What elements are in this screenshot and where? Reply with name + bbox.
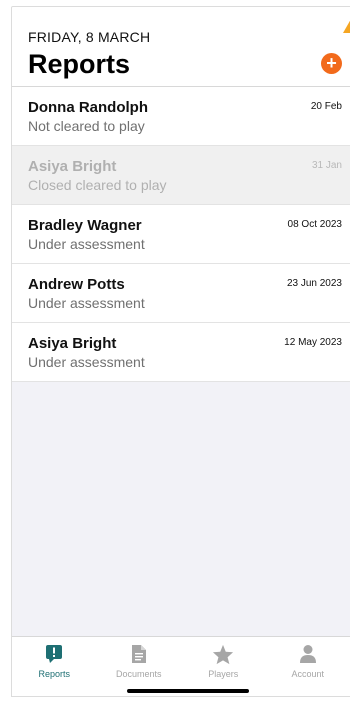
reports-list: Donna Randolph Not cleared to play 20 Fe…: [12, 87, 350, 382]
tab-account[interactable]: Account: [266, 637, 350, 696]
report-status: Under assessment: [28, 354, 145, 370]
app-screen: FRIDAY, 8 MARCH Reports + Donna Randolph…: [11, 6, 350, 697]
report-date: 12 May 2023: [284, 337, 342, 348]
tab-bar: Reports Documents Players Account: [12, 636, 350, 696]
report-row[interactable]: Andrew Potts Under assessment 23 Jun 202…: [12, 264, 350, 323]
report-date: 23 Jun 2023: [286, 278, 342, 289]
person-icon: [266, 643, 350, 665]
report-date: 31 Jan: [311, 160, 342, 171]
report-row[interactable]: Asiya Bright Closed cleared to play 31 J…: [12, 146, 350, 205]
tab-label: Reports: [38, 669, 70, 679]
tab-label: Players: [208, 669, 239, 679]
add-report-button[interactable]: +: [321, 53, 342, 74]
tab-reports[interactable]: Reports: [12, 637, 97, 696]
tab-documents[interactable]: Documents: [97, 637, 182, 696]
report-row[interactable]: Asiya Bright Under assessment 12 May 202…: [12, 323, 350, 382]
report-status: Not cleared to play: [28, 118, 145, 134]
report-status: Closed cleared to play: [28, 177, 167, 193]
document-icon: [97, 643, 182, 665]
current-date: FRIDAY, 8 MARCH: [28, 29, 151, 45]
report-date: 20 Feb: [310, 101, 342, 112]
player-name: Asiya Bright: [28, 158, 117, 175]
tab-label: Documents: [115, 669, 162, 679]
reports-icon: [12, 643, 97, 665]
report-row[interactable]: Donna Randolph Not cleared to play 20 Fe…: [12, 87, 350, 146]
player-name: Donna Randolph: [28, 99, 148, 116]
notification-marker: [343, 19, 350, 33]
star-icon: [181, 643, 266, 665]
report-status: Under assessment: [28, 236, 145, 252]
report-status: Under assessment: [28, 295, 145, 311]
header: FRIDAY, 8 MARCH Reports +: [12, 7, 350, 87]
tab-label: Account: [291, 669, 325, 679]
tab-players[interactable]: Players: [181, 637, 266, 696]
home-indicator[interactable]: [127, 689, 249, 693]
report-row[interactable]: Bradley Wagner Under assessment 08 Oct 2…: [12, 205, 350, 264]
report-date: 08 Oct 2023: [287, 219, 342, 230]
page-title: Reports: [28, 49, 131, 79]
